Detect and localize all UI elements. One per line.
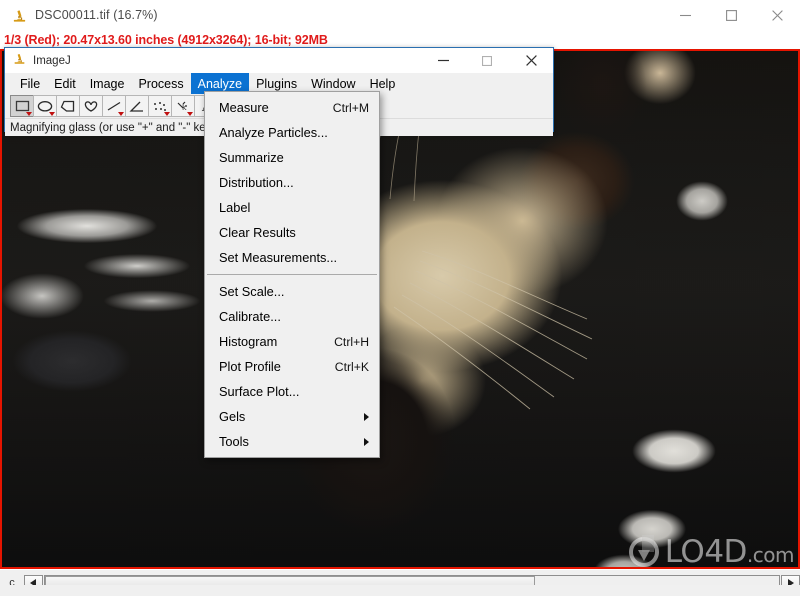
imagej-window-title: ImageJ bbox=[33, 54, 71, 67]
polygon-tool[interactable] bbox=[56, 95, 80, 117]
menu-item-distribution[interactable]: Distribution... bbox=[205, 170, 379, 195]
imagej-titlebar[interactable]: ImageJ bbox=[5, 48, 553, 73]
minimize-icon bbox=[437, 59, 449, 62]
menu-item-measure[interactable]: Measure Ctrl+M bbox=[205, 95, 379, 120]
wand-tool[interactable]: k bbox=[171, 95, 195, 117]
menu-item-tools[interactable]: Tools bbox=[205, 429, 379, 454]
tool-dropdown-arrow[interactable] bbox=[164, 112, 170, 116]
menu-item-plot-profile[interactable]: Plot Profile Ctrl+K bbox=[205, 354, 379, 379]
menu-item-label: Clear Results bbox=[219, 225, 296, 240]
maximize-icon bbox=[482, 55, 492, 66]
line-icon bbox=[107, 101, 121, 111]
menu-item-clear-results[interactable]: Clear Results bbox=[205, 220, 379, 245]
tool-dropdown-arrow[interactable] bbox=[187, 112, 193, 116]
tool-dropdown-arrow[interactable] bbox=[26, 112, 32, 116]
menu-item-set-scale[interactable]: Set Scale... bbox=[205, 279, 379, 304]
menu-item-gels[interactable]: Gels bbox=[205, 404, 379, 429]
menu-image[interactable]: Image bbox=[83, 73, 132, 94]
imagej-window-controls bbox=[421, 48, 553, 73]
minimize-icon bbox=[679, 14, 691, 16]
submenu-arrow-icon bbox=[364, 437, 369, 446]
polygon-icon bbox=[60, 100, 75, 112]
menu-item-set-measurements[interactable]: Set Measurements... bbox=[205, 245, 379, 270]
oval-icon bbox=[37, 100, 53, 112]
imagej-maximize-button[interactable] bbox=[465, 48, 509, 73]
menu-process[interactable]: Process bbox=[131, 73, 190, 94]
menu-item-label: Surface Plot... bbox=[219, 384, 300, 399]
close-button[interactable] bbox=[754, 0, 800, 30]
outer-title-group: DSC00011.tif (16.7%) bbox=[0, 7, 158, 23]
wand-icon: k bbox=[177, 101, 187, 112]
svg-text:k: k bbox=[182, 103, 187, 112]
rectangle-tool[interactable] bbox=[10, 95, 34, 117]
menu-item-label: Plot Profile bbox=[219, 359, 281, 374]
menu-edit[interactable]: Edit bbox=[47, 73, 83, 94]
oval-tool[interactable] bbox=[33, 95, 57, 117]
imagej-title-group: ImageJ bbox=[5, 51, 71, 70]
minimize-button[interactable] bbox=[662, 0, 708, 30]
freehand-tool[interactable] bbox=[79, 95, 103, 117]
menu-item-label: Summarize bbox=[219, 150, 284, 165]
menu-item-label: Calibrate... bbox=[219, 309, 281, 324]
menu-item-label: Set Measurements... bbox=[219, 250, 338, 265]
analyze-dropdown-menu[interactable]: Measure Ctrl+M Analyze Particles... Summ… bbox=[204, 91, 380, 458]
rectangle-icon bbox=[15, 100, 29, 111]
maximize-button[interactable] bbox=[708, 0, 754, 30]
point-icon bbox=[154, 101, 166, 111]
menu-item-calibrate[interactable]: Calibrate... bbox=[205, 304, 379, 329]
menu-separator bbox=[207, 274, 377, 275]
imagej-minimize-button[interactable] bbox=[421, 48, 465, 73]
menu-item-surface-plot[interactable]: Surface Plot... bbox=[205, 379, 379, 404]
menu-item-label[interactable]: Label bbox=[205, 195, 379, 220]
outer-horizontal-scrollbar[interactable] bbox=[0, 585, 800, 596]
close-icon bbox=[525, 55, 537, 66]
submenu-arrow-icon bbox=[364, 412, 369, 421]
menu-item-label: Tools bbox=[219, 434, 249, 449]
menu-item-accelerator: Ctrl+M bbox=[332, 100, 369, 115]
menu-item-label: Label bbox=[219, 200, 251, 215]
microscope-icon bbox=[12, 7, 27, 23]
menu-item-label: Set Scale... bbox=[219, 284, 285, 299]
close-icon bbox=[771, 9, 783, 21]
menu-item-label: Histogram bbox=[219, 334, 278, 349]
freehand-icon bbox=[84, 100, 98, 112]
menu-item-label: Measure bbox=[219, 100, 269, 115]
menu-item-histogram[interactable]: Histogram Ctrl+H bbox=[205, 329, 379, 354]
outer-window-title: DSC00011.tif (16.7%) bbox=[35, 8, 158, 22]
outer-window-controls bbox=[662, 0, 800, 30]
channel-scrollbar-bar: c bbox=[0, 569, 800, 596]
point-tool[interactable] bbox=[148, 95, 172, 117]
menu-item-label: Gels bbox=[219, 409, 246, 424]
menu-file[interactable]: File bbox=[13, 73, 47, 94]
line-tool[interactable] bbox=[102, 95, 126, 117]
menu-item-analyze-particles[interactable]: Analyze Particles... bbox=[205, 120, 379, 145]
menu-item-label: Distribution... bbox=[219, 175, 294, 190]
microscope-icon bbox=[13, 51, 26, 70]
angle-tool[interactable] bbox=[125, 95, 149, 117]
menu-item-summarize[interactable]: Summarize bbox=[205, 145, 379, 170]
menu-item-accelerator: Ctrl+K bbox=[334, 359, 369, 374]
imagej-close-button[interactable] bbox=[509, 48, 553, 73]
menu-item-accelerator: Ctrl+H bbox=[334, 334, 369, 349]
angle-icon bbox=[129, 101, 143, 112]
outer-window-titlebar[interactable]: DSC00011.tif (16.7%) bbox=[0, 0, 800, 30]
tool-dropdown-arrow[interactable] bbox=[118, 112, 124, 116]
tool-dropdown-arrow[interactable] bbox=[49, 112, 55, 116]
menu-item-label: Analyze Particles... bbox=[219, 125, 328, 140]
maximize-icon bbox=[725, 9, 737, 21]
